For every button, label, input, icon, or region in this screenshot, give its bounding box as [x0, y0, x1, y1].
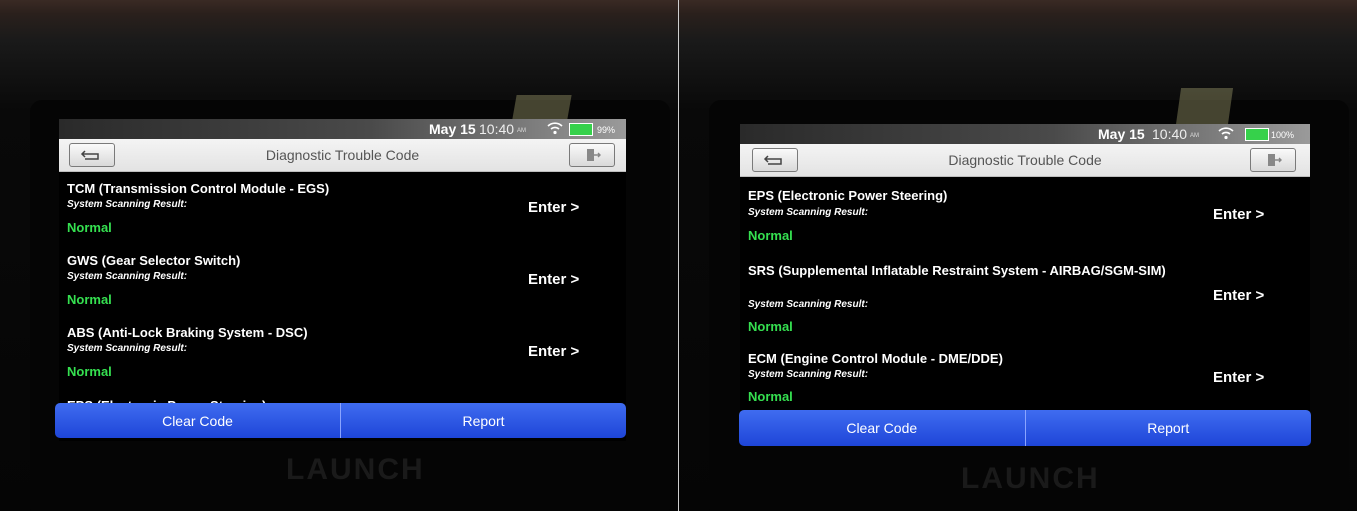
system-name: GWS (Gear Selector Switch) — [67, 253, 241, 268]
battery-icon — [1245, 128, 1269, 141]
left-screen: May 15 10:40 AM 99% Diagnostic Trouble C… — [59, 119, 626, 441]
right-photo: May 15 10:40 AM 100% Diagnostic Trouble … — [679, 0, 1357, 511]
list-item[interactable]: ABS (Anti-Lock Braking System - DSC) Sys… — [59, 316, 626, 388]
list-item[interactable]: TCM (Transmission Control Module - EGS) … — [59, 172, 626, 244]
report-button[interactable]: Report — [1024, 410, 1312, 446]
system-name: SRS (Supplemental Inflatable Restraint S… — [748, 263, 1166, 278]
status-time: 10:40 — [1152, 126, 1188, 142]
status-bar: May 15 10:40 AM 100% — [740, 124, 1310, 144]
wifi-icon — [1218, 127, 1234, 140]
battery-icon — [569, 123, 593, 136]
clear-code-button[interactable]: Clear Code — [55, 403, 340, 438]
scan-result-label: System Scanning Result: — [67, 343, 188, 354]
scan-status: Normal — [748, 389, 793, 404]
scan-status: Normal — [748, 228, 793, 243]
bottom-action-bar: Clear Code Report — [55, 403, 626, 438]
wifi-icon — [547, 122, 563, 135]
list-item[interactable]: ECM (Engine Control Module - DME/DDE) Sy… — [740, 345, 1310, 411]
exit-icon — [587, 149, 601, 161]
exit-button[interactable] — [569, 143, 615, 167]
system-name: ABS (Anti-Lock Braking System - DSC) — [67, 325, 308, 340]
scan-status: Normal — [67, 364, 112, 379]
enter-button[interactable]: Enter > — [528, 199, 579, 216]
battery-percent: 100% — [1271, 130, 1295, 140]
exit-button[interactable] — [1250, 148, 1296, 172]
exit-icon — [1268, 154, 1282, 166]
system-list: EPS (Electronic Power Steering) System S… — [740, 177, 1310, 411]
title-bar: Diagnostic Trouble Code — [740, 144, 1310, 177]
enter-button[interactable]: Enter > — [1213, 206, 1264, 223]
status-ampm: AM — [1190, 133, 1199, 139]
system-name: EPS (Electronic Power Steering) — [748, 188, 948, 203]
system-list: TCM (Transmission Control Module - EGS) … — [59, 172, 626, 441]
list-item[interactable]: SRS (Supplemental Inflatable Restraint S… — [740, 253, 1310, 345]
enter-button[interactable]: Enter > — [1213, 369, 1264, 386]
enter-button[interactable]: Enter > — [528, 271, 579, 288]
title-bar: Diagnostic Trouble Code — [59, 139, 626, 172]
page-title: Diagnostic Trouble Code — [265, 147, 420, 163]
enter-button[interactable]: Enter > — [1213, 287, 1264, 304]
bottom-action-bar: Clear Code Report — [739, 410, 1311, 446]
right-screen: May 15 10:40 AM 100% Diagnostic Trouble … — [740, 124, 1310, 411]
scan-status: Normal — [67, 292, 112, 307]
scan-result-label: System Scanning Result: — [67, 199, 188, 210]
system-name: TCM (Transmission Control Module - EGS) — [67, 181, 330, 196]
scan-status: Normal — [748, 319, 793, 334]
clear-code-button[interactable]: Clear Code — [739, 410, 1025, 446]
page-title: Diagnostic Trouble Code — [948, 152, 1102, 168]
status-ampm: AM — [517, 128, 526, 134]
list-item[interactable]: EPS (Electronic Power Steering) System S… — [740, 177, 1310, 253]
status-date: May 15 — [1098, 126, 1145, 142]
scan-result-label: System Scanning Result: — [748, 207, 869, 218]
launch-logo: LAUNCH — [286, 453, 425, 486]
battery-percent: 99% — [597, 125, 616, 135]
status-bar: May 15 10:40 AM 99% — [59, 119, 626, 139]
scan-result-label: System Scanning Result: — [67, 271, 188, 282]
left-photo: May 15 10:40 AM 99% Diagnostic Trouble C… — [0, 0, 678, 511]
status-date: May 15 — [429, 121, 476, 137]
scan-status: Normal — [67, 220, 112, 235]
scan-result-label: System Scanning Result: — [748, 299, 869, 310]
enter-button[interactable]: Enter > — [528, 343, 579, 360]
list-item[interactable]: GWS (Gear Selector Switch) System Scanni… — [59, 244, 626, 316]
system-name: ECM (Engine Control Module - DME/DDE) — [748, 351, 1003, 366]
status-time: 10:40 — [479, 121, 515, 137]
launch-logo: LAUNCH — [961, 462, 1100, 495]
scan-result-label: System Scanning Result: — [748, 369, 869, 380]
report-button[interactable]: Report — [340, 403, 626, 438]
